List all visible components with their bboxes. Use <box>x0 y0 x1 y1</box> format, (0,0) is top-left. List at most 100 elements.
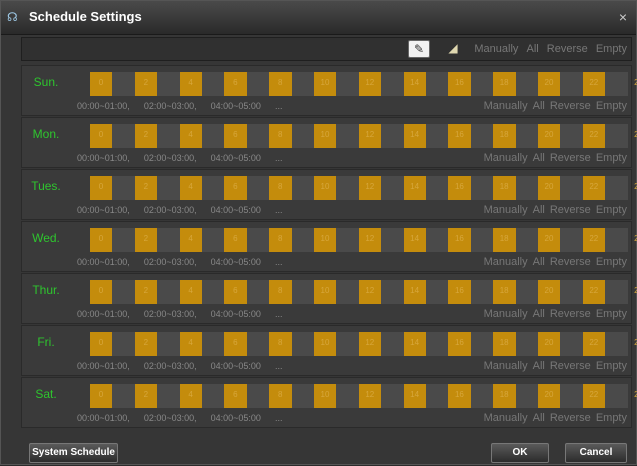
row-all-link[interactable]: All <box>533 308 545 320</box>
hour-cell[interactable] <box>515 332 538 356</box>
hour-cell[interactable] <box>202 124 225 148</box>
hour-cell[interactable] <box>336 384 359 408</box>
hour-cell[interactable] <box>179 384 202 408</box>
hour-cell[interactable] <box>291 176 314 200</box>
hour-cell[interactable] <box>515 280 538 304</box>
hour-cell[interactable] <box>291 228 314 252</box>
hour-cell[interactable] <box>403 228 426 252</box>
hour-cell[interactable] <box>202 280 225 304</box>
hour-grid[interactable]: 024681012141618202224 <box>90 332 637 356</box>
row-reverse-link[interactable]: Reverse <box>550 256 591 268</box>
hour-cell[interactable] <box>381 332 404 356</box>
hour-cell[interactable] <box>314 72 337 96</box>
hour-cell[interactable] <box>493 228 516 252</box>
hour-cell[interactable] <box>605 72 628 96</box>
hour-cell[interactable] <box>358 228 382 252</box>
hour-cell[interactable] <box>560 72 583 96</box>
hour-cell[interactable] <box>202 384 225 408</box>
hour-cell[interactable] <box>381 280 404 304</box>
hour-cell[interactable] <box>224 280 247 304</box>
row-empty-link[interactable]: Empty <box>596 360 627 372</box>
hour-cell[interactable] <box>134 280 158 304</box>
hour-cell[interactable] <box>134 384 158 408</box>
hour-cell[interactable] <box>269 176 292 200</box>
row-empty-link[interactable]: Empty <box>596 152 627 164</box>
hour-cell[interactable] <box>224 228 247 252</box>
hour-cell[interactable] <box>493 72 516 96</box>
hour-grid[interactable]: 024681012141618202224 <box>90 124 637 148</box>
hour-cell[interactable] <box>538 72 561 96</box>
row-manually-link[interactable]: Manually <box>484 308 528 320</box>
hour-cell[interactable] <box>246 124 270 148</box>
hour-cell[interactable] <box>291 332 314 356</box>
hour-cell[interactable] <box>269 280 292 304</box>
hour-cell[interactable] <box>179 176 202 200</box>
hour-cell[interactable] <box>515 72 538 96</box>
row-reverse-link[interactable]: Reverse <box>550 308 591 320</box>
hour-cell[interactable] <box>426 176 449 200</box>
hour-cell[interactable] <box>381 72 404 96</box>
row-empty-link[interactable]: Empty <box>596 412 627 424</box>
hour-cell[interactable] <box>560 332 583 356</box>
hour-cell[interactable] <box>538 176 561 200</box>
hour-cell[interactable] <box>448 280 471 304</box>
row-empty-link[interactable]: Empty <box>596 204 627 216</box>
hour-cell[interactable] <box>134 72 158 96</box>
hour-cell[interactable] <box>202 176 225 200</box>
hour-cell[interactable] <box>560 228 583 252</box>
hour-cell[interactable] <box>224 332 247 356</box>
hour-cell[interactable] <box>470 384 494 408</box>
hour-cell[interactable] <box>336 124 359 148</box>
hour-cell[interactable] <box>381 384 404 408</box>
hour-cell[interactable] <box>269 384 292 408</box>
hour-cell[interactable] <box>112 332 135 356</box>
hour-cell[interactable] <box>224 384 247 408</box>
row-all-link[interactable]: All <box>533 412 545 424</box>
toolbar-manually-link[interactable]: Manually <box>474 43 518 55</box>
hour-cell[interactable] <box>470 176 494 200</box>
hour-cell[interactable] <box>448 72 471 96</box>
hour-cell[interactable] <box>381 176 404 200</box>
hour-cell[interactable] <box>470 228 494 252</box>
eraser-icon[interactable]: ◢ <box>446 40 460 56</box>
hour-cell[interactable] <box>90 72 113 96</box>
hour-cell[interactable] <box>314 228 337 252</box>
hour-cell[interactable] <box>224 176 247 200</box>
hour-cell[interactable] <box>582 280 606 304</box>
row-manually-link[interactable]: Manually <box>484 360 528 372</box>
row-manually-link[interactable]: Manually <box>484 256 528 268</box>
hour-cell[interactable] <box>246 332 270 356</box>
row-reverse-link[interactable]: Reverse <box>550 204 591 216</box>
hour-cell[interactable] <box>493 332 516 356</box>
hour-cell[interactable] <box>470 280 494 304</box>
hour-cell[interactable] <box>291 124 314 148</box>
row-reverse-link[interactable]: Reverse <box>550 100 591 112</box>
hour-cell[interactable] <box>582 124 606 148</box>
hour-cell[interactable] <box>336 176 359 200</box>
hour-cell[interactable] <box>291 72 314 96</box>
hour-cell[interactable] <box>157 332 180 356</box>
hour-cell[interactable] <box>358 124 382 148</box>
hour-cell[interactable] <box>134 332 158 356</box>
hour-cell[interactable] <box>202 228 225 252</box>
hour-cell[interactable] <box>134 176 158 200</box>
hour-cell[interactable] <box>90 332 113 356</box>
hour-cell[interactable] <box>269 332 292 356</box>
hour-cell[interactable] <box>605 228 628 252</box>
hour-cell[interactable] <box>157 280 180 304</box>
hour-cell[interactable] <box>470 332 494 356</box>
hour-cell[interactable] <box>269 228 292 252</box>
hour-cell[interactable] <box>582 72 606 96</box>
hour-cell[interactable] <box>493 176 516 200</box>
row-all-link[interactable]: All <box>533 100 545 112</box>
hour-cell[interactable] <box>470 124 494 148</box>
hour-cell[interactable] <box>515 384 538 408</box>
hour-cell[interactable] <box>246 384 270 408</box>
hour-cell[interactable] <box>448 124 471 148</box>
hour-cell[interactable] <box>426 228 449 252</box>
hour-cell[interactable] <box>179 332 202 356</box>
hour-cell[interactable] <box>202 72 225 96</box>
hour-cell[interactable] <box>448 332 471 356</box>
hour-grid[interactable]: 024681012141618202224 <box>90 280 637 304</box>
hour-cell[interactable] <box>605 384 628 408</box>
